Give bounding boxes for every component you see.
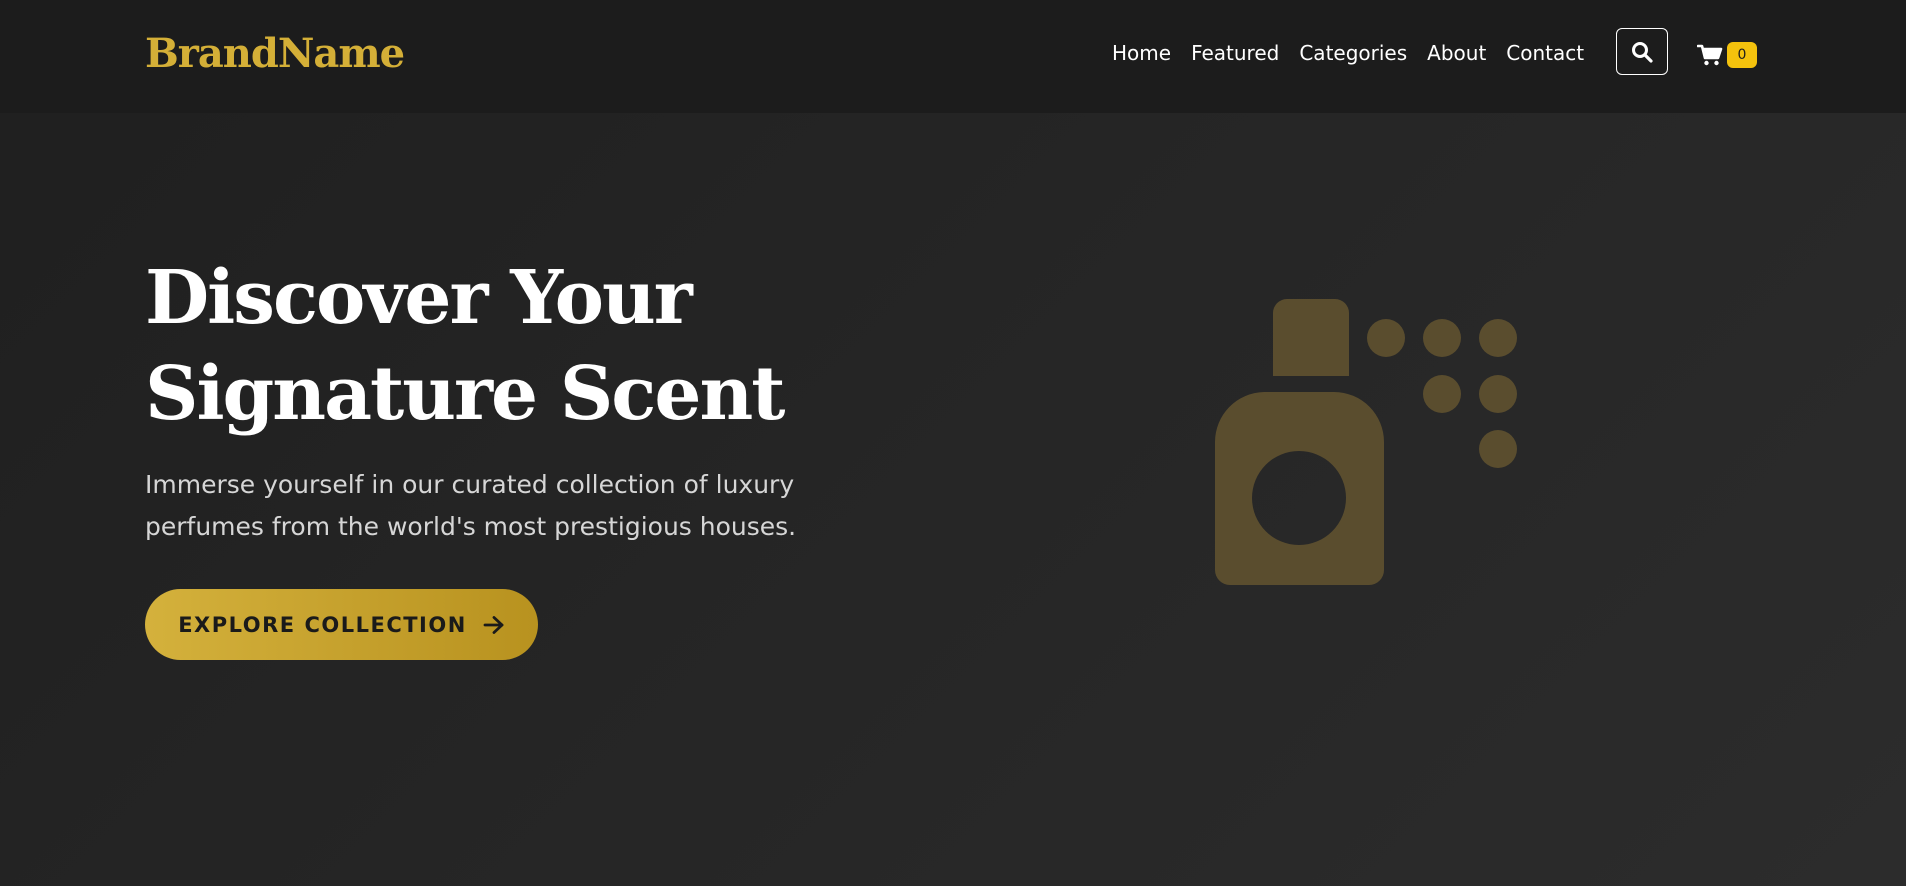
hero-subtitle: Immerse yourself in our curated collecti… (145, 470, 797, 541)
hero-title: Discover Your Signature Scent (145, 250, 945, 442)
hero-title-line-2: Signature Scent (145, 351, 785, 437)
cart-icon (1697, 44, 1723, 66)
main-nav: Home Featured Categories About Contact (1112, 38, 1584, 68)
explore-collection-button[interactable]: EXPLORE COLLECTION (145, 589, 538, 660)
nav-home[interactable]: Home (1112, 38, 1171, 68)
nav-featured[interactable]: Featured (1191, 38, 1279, 68)
perfume-spray-icon (1215, 299, 1517, 585)
nav-about[interactable]: About (1427, 38, 1486, 68)
site-header: BrandName Home Featured Categories About… (0, 0, 1906, 113)
nav-contact[interactable]: Contact (1506, 38, 1584, 68)
nav-categories[interactable]: Categories (1299, 38, 1407, 68)
cta-label: EXPLORE COLLECTION (178, 612, 467, 637)
page: BrandName Home Featured Categories About… (0, 0, 1906, 886)
arrow-right-icon (483, 615, 504, 634)
cart-count-badge: 0 (1727, 42, 1757, 68)
hero-title-line-1: Discover Your (145, 255, 693, 341)
brand-logo[interactable]: BrandName (145, 28, 405, 80)
search-button[interactable] (1616, 28, 1668, 75)
search-icon (1632, 41, 1653, 63)
cart-button[interactable]: 0 (1697, 42, 1757, 68)
